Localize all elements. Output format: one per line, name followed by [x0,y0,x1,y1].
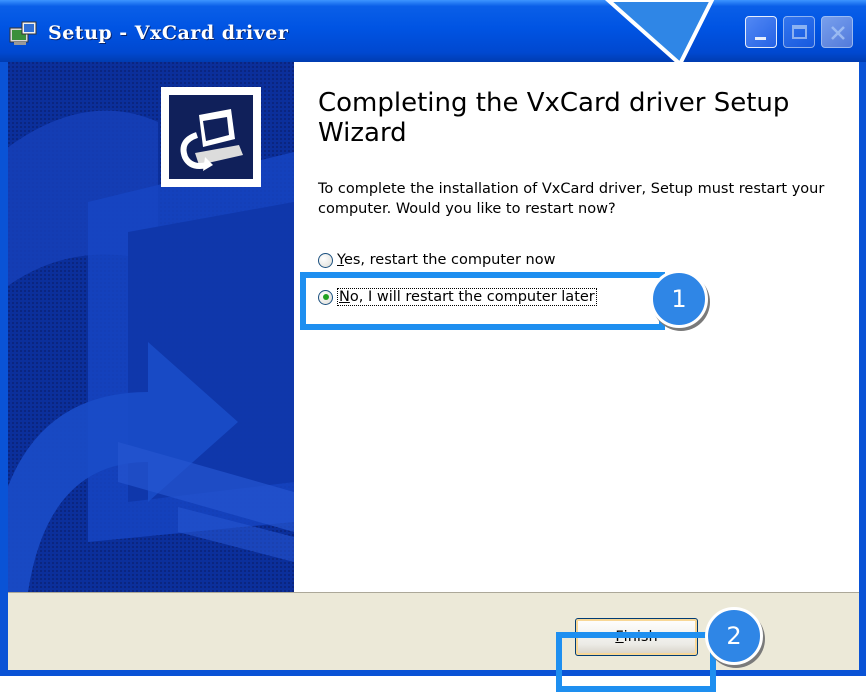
setup-window: Setup - VxCard driver Completing the VxC… [0,0,866,676]
step-badge-1: 1 [650,270,708,328]
wizard-description: To complete the installation of VxCard d… [318,181,825,217]
callout-bubble-tail [604,0,715,68]
wizard-side-image [8,62,294,592]
highlight-finish [556,632,716,692]
wizard-heading: Completing the VxCard driver Setup Wizar… [318,88,790,148]
setup-logo [161,87,261,187]
computer-install-icon [180,109,243,171]
restart-now-label[interactable]: Yes, restart the computer now [337,252,555,268]
step-badge-2: 2 [705,607,763,665]
restart-now-option[interactable]: Yes, restart the computer now [318,252,555,268]
logo-background [169,95,253,179]
restart-now-radio[interactable] [318,252,333,268]
highlight-restart-later [300,272,665,330]
wizard-client-area: Completing the VxCard driver Setup Wizar… [8,62,859,670]
